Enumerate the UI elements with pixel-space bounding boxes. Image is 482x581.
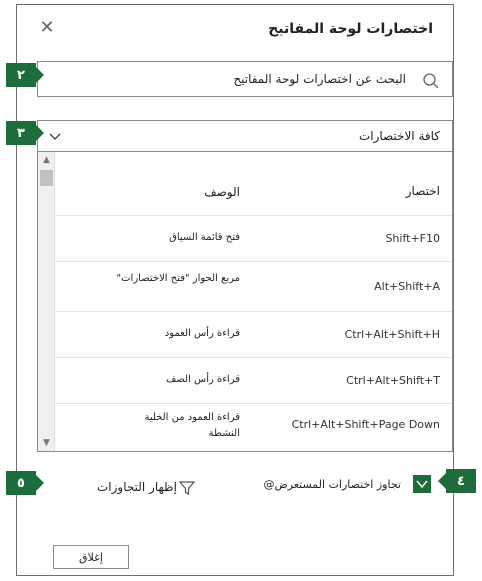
header-description: الوصف bbox=[204, 185, 240, 199]
close-icon[interactable]: ✕ bbox=[37, 16, 57, 38]
row-shortcut: Ctrl+Alt+Shift+Page Down bbox=[291, 418, 440, 431]
scrollbar[interactable]: ▲ ▼ bbox=[38, 152, 55, 451]
callout-badge-show-overrides: ٥ bbox=[6, 471, 44, 495]
search-input[interactable]: البحث عن اختصارات لوحة المفاتيح bbox=[37, 61, 453, 97]
category-selected-value: كافة الاختصارات bbox=[358, 129, 440, 143]
close-button[interactable]: إغلاق bbox=[53, 545, 129, 569]
row-shortcut: Ctrl+Alt+Shift+T bbox=[346, 374, 440, 387]
override-shortcuts-checkbox[interactable] bbox=[413, 475, 431, 493]
callout-badge-category: ٣ bbox=[6, 121, 44, 145]
scroll-thumb[interactable] bbox=[40, 170, 53, 186]
table-row[interactable]: Ctrl+Alt+Shift+H قراءة رأس العمود bbox=[56, 312, 452, 358]
show-overrides-link[interactable]: إظهار التجاوزات bbox=[97, 480, 177, 494]
row-shortcut: Alt+Shift+A bbox=[374, 280, 440, 293]
table-row[interactable]: Ctrl+Alt+Shift+T قراءة رأس الصف bbox=[56, 358, 452, 404]
scroll-up-arrow[interactable]: ▲ bbox=[38, 152, 55, 168]
table-row[interactable]: Ctrl+Alt+Shift+Page Down قراءة العمود من… bbox=[56, 404, 452, 451]
callout-badge-search: ٢ bbox=[6, 63, 44, 87]
callout-badge-override: ٤ bbox=[438, 469, 476, 493]
header-shortcut: اختصار bbox=[405, 184, 440, 198]
row-description: قراءة رأس الصف bbox=[165, 374, 240, 385]
table-header-row: اختصار الوصف bbox=[56, 152, 452, 216]
table-row[interactable]: Shift+F10 فتح قائمة السياق bbox=[56, 216, 452, 262]
row-description: قراءة العمود من الخلية النشطة bbox=[144, 412, 240, 439]
row-description: قراءة رأس العمود bbox=[164, 328, 240, 339]
scroll-down-arrow[interactable]: ▼ bbox=[38, 435, 55, 451]
category-dropdown[interactable]: كافة الاختصارات bbox=[37, 120, 453, 152]
search-placeholder: البحث عن اختصارات لوحة المفاتيح bbox=[233, 72, 406, 86]
row-shortcut: Ctrl+Alt+Shift+H bbox=[344, 328, 440, 341]
row-description: مربع الحوار "فتح الاختصارات" bbox=[116, 273, 240, 284]
check-icon bbox=[416, 480, 428, 489]
shortcuts-list: ▲ ▼ اختصار الوصف Shift+F10 فتح قائمة الس… bbox=[37, 152, 453, 452]
table-row[interactable]: Alt+Shift+A مربع الحوار "فتح الاختصارات" bbox=[56, 262, 452, 312]
row-description: فتح قائمة السياق bbox=[169, 232, 240, 243]
chevron-down-icon bbox=[49, 133, 61, 140]
override-shortcuts-label: تجاوز اختصارات المستعرض@ bbox=[263, 478, 402, 491]
filter-icon[interactable] bbox=[179, 480, 195, 496]
dialog-title: اختصارات لوحة المفاتيح bbox=[268, 21, 433, 37]
row-shortcut: Shift+F10 bbox=[385, 232, 440, 245]
search-icon bbox=[423, 73, 439, 89]
keyboard-shortcuts-dialog: اختصارات لوحة المفاتيح ✕ البحث عن اختصار… bbox=[16, 4, 454, 576]
